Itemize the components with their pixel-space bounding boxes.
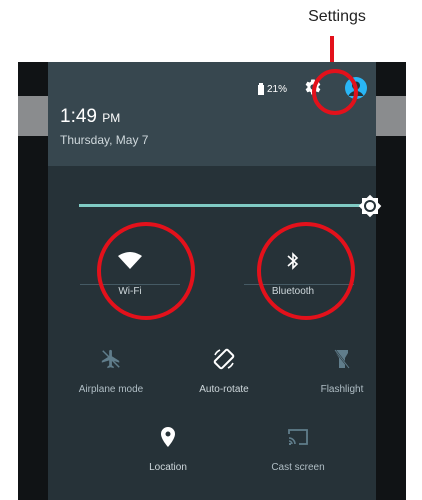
brightness-slider[interactable] [79, 204, 364, 207]
right-edge-strip [376, 96, 406, 136]
battery-icon [258, 82, 264, 95]
location-label: Location [149, 462, 187, 473]
clock-time: 1:49 [60, 106, 97, 127]
rotate-icon [213, 348, 235, 370]
bluetooth-highlight-ring [257, 222, 355, 320]
battery-percentage: 21% [267, 84, 288, 95]
cast-screen-tile[interactable]: Cast screen [233, 418, 363, 498]
flashlight-tile[interactable]: Flashlight [277, 340, 406, 420]
brightness-icon [358, 194, 382, 218]
airplane-icon [101, 349, 120, 369]
clock: 1:49 PM [60, 106, 120, 128]
airplane-mode-tile[interactable]: Airplane mode [46, 340, 176, 420]
cast-screen-label: Cast screen [271, 462, 325, 473]
brightness-slider-thumb[interactable] [358, 194, 382, 218]
settings-callout-label: Settings [308, 8, 366, 25]
flashlight-label: Flashlight [320, 384, 364, 395]
clock-ampm: PM [102, 111, 121, 125]
flashlight-icon [334, 349, 350, 369]
battery-status: 21% [258, 82, 288, 95]
location-pin-icon [161, 427, 175, 447]
wifi-highlight-ring [97, 222, 195, 320]
auto-rotate-label: Auto-rotate [199, 384, 249, 395]
cast-icon [288, 429, 308, 445]
date-text: Thursday, May 7 [60, 133, 149, 147]
location-tile[interactable]: Location [103, 418, 233, 498]
auto-rotate-tile[interactable]: Auto-rotate [159, 340, 289, 420]
left-edge-strip [18, 96, 48, 136]
airplane-mode-label: Airplane mode [78, 384, 144, 395]
settings-highlight-ring [312, 69, 358, 115]
